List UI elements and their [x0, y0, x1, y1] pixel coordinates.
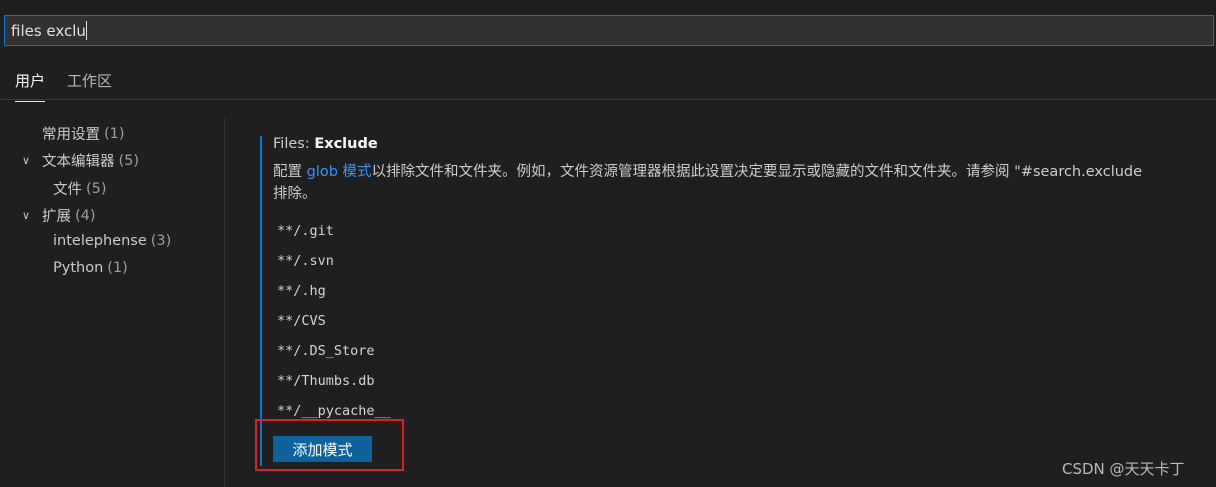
toc-item-label: 文本编辑器 — [42, 154, 115, 170]
setting-description: 配置 glob 模式以排除文件和文件夹。例如，文件资源管理器根据此设置决定要显示… — [273, 161, 1216, 205]
setting-category: Files: — [273, 136, 315, 152]
chevron-down-icon[interactable]: ∨ — [22, 209, 42, 222]
toc-item-count: (4) — [75, 207, 96, 224]
tab-user[interactable]: 用户 — [15, 70, 46, 102]
toc-item-label: intelephense — [53, 233, 147, 249]
setting-files-exclude: Files: Exclude 配置 glob 模式以排除文件和文件夹。例如，文件… — [260, 136, 1216, 466]
toc-item-common[interactable]: 常用设置 (1) — [42, 123, 125, 144]
pattern-item[interactable]: **/Thumbs.db — [277, 373, 375, 389]
toc-item-intelephense[interactable]: intelephense (3) — [53, 233, 171, 249]
pattern-item[interactable]: **/.hg — [277, 283, 326, 299]
toc-item-label: 文件 — [53, 182, 82, 198]
desc-prefix: 配置 — [273, 164, 307, 180]
chevron-down-icon[interactable]: ∨ — [22, 154, 42, 167]
search-input-value: files exclu — [11, 21, 86, 40]
pattern-item[interactable]: **/__pycache__ — [277, 403, 391, 419]
toc-item-count: (1) — [104, 125, 125, 142]
text-cursor — [85, 21, 87, 40]
glob-pattern-link[interactable]: glob 模式 — [307, 164, 372, 180]
setting-name: Exclude — [314, 136, 378, 152]
settings-search-input[interactable]: files exclu — [4, 15, 1214, 46]
toc-item-count: (1) — [107, 260, 128, 276]
tab-workspace[interactable]: 工作区 — [67, 70, 112, 101]
pattern-item[interactable]: **/.git — [277, 223, 334, 239]
toc-item-count: (3) — [150, 233, 172, 249]
desc-rest: 以排除文件和文件夹。例如，文件资源管理器根据此设置决定要显示或隐藏的文件和文件夹… — [371, 164, 1143, 180]
toc-item-label: 常用设置 — [42, 127, 100, 143]
setting-title: Files: Exclude — [273, 136, 378, 152]
pattern-item[interactable]: **/.svn — [277, 253, 334, 269]
toc-item-extensions[interactable]: ∨ 扩展 (4) — [22, 205, 96, 226]
toc-item-label: 扩展 — [42, 209, 71, 225]
watermark: CSDN @天天卡丁 — [1062, 460, 1185, 478]
settings-scope-tabs: 用户 工作区 — [0, 60, 1216, 102]
settings-toc: 常用设置 (1) ∨ 文本编辑器 (5) 文件 (5) ∨ 扩展 (4) intelephe… — [0, 118, 225, 487]
toc-item-count: (5) — [118, 152, 140, 169]
add-pattern-button[interactable]: 添加模式 — [273, 436, 372, 462]
toc-item-label: Python — [53, 260, 104, 276]
toc-item-text-editor[interactable]: ∨ 文本编辑器 (5) — [22, 150, 139, 171]
toc-item-files[interactable]: 文件 (5) — [53, 178, 107, 199]
toc-item-python[interactable]: Python (1) — [53, 260, 128, 276]
pattern-item[interactable]: **/CVS — [277, 313, 326, 329]
pattern-item[interactable]: **/.DS_Store — [277, 343, 375, 359]
toc-item-count: (5) — [86, 180, 107, 197]
desc-line2: 排除。 — [273, 186, 317, 202]
